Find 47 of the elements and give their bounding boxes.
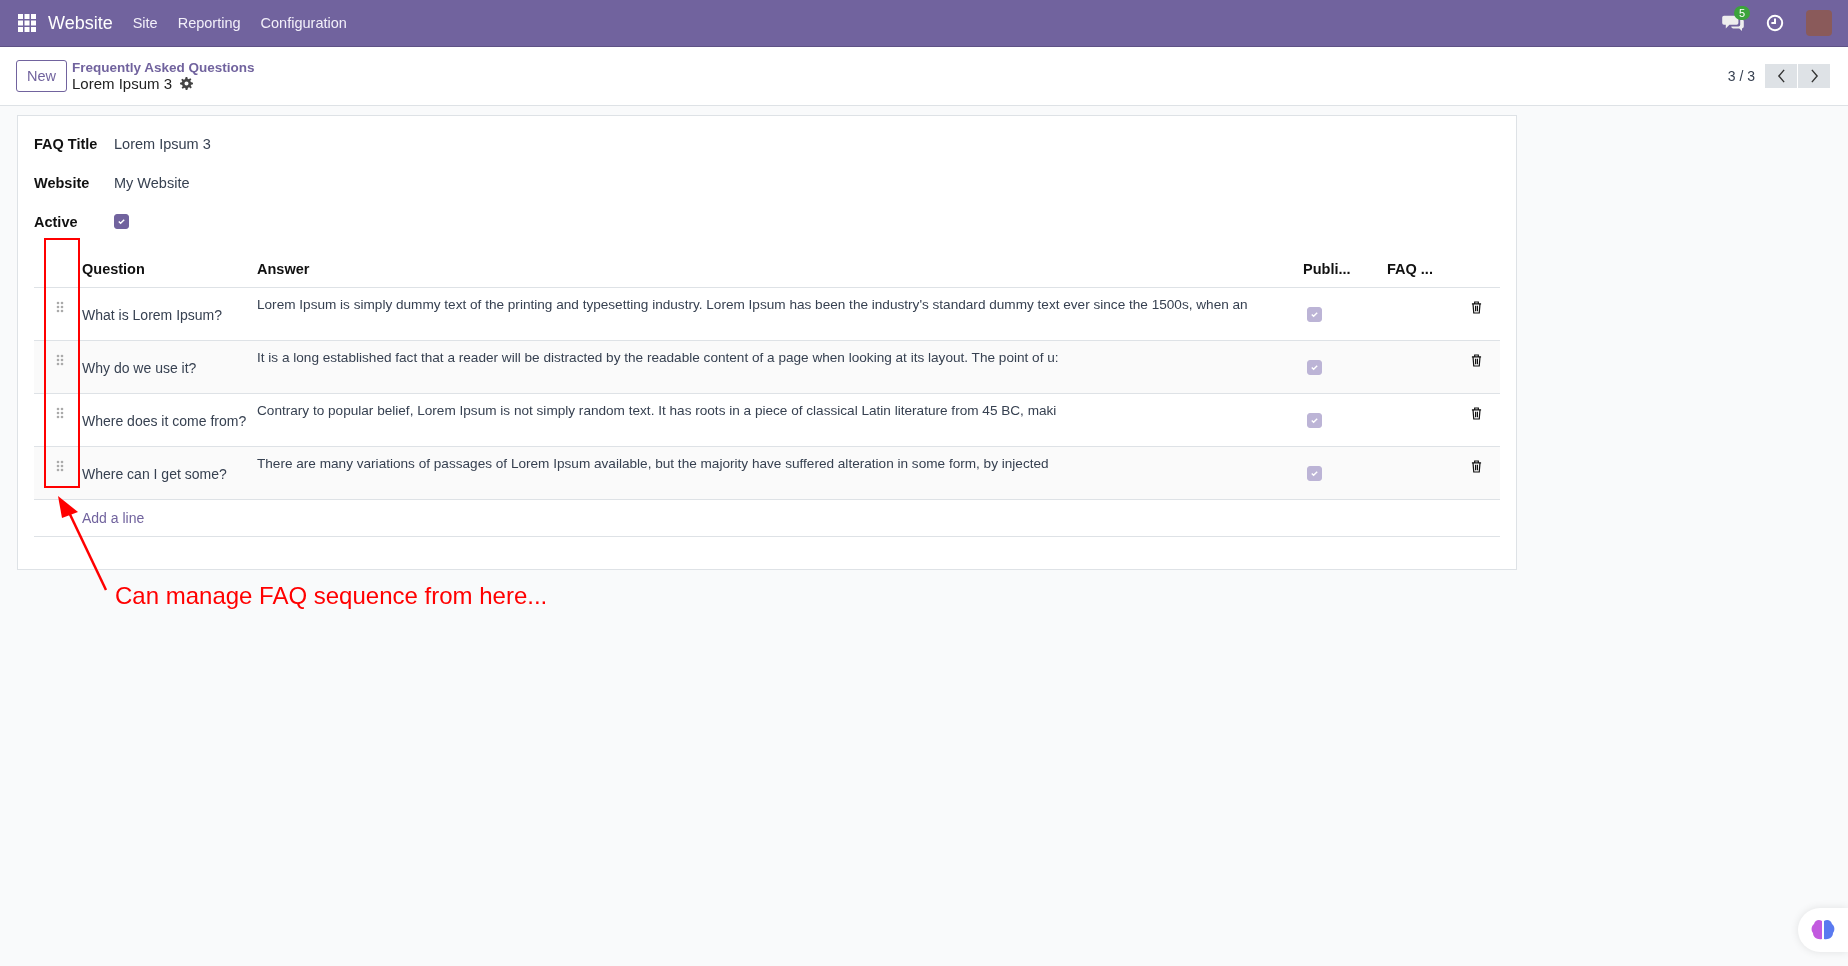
app-name[interactable]: Website [48,12,113,34]
annotation-text: Can manage FAQ sequence from here... [115,582,548,610]
breadcrumb-link[interactable]: Frequently Asked Questions [72,60,255,75]
question-cell-text: Where does it come from? [82,412,248,429]
drag-handle-icon[interactable] [56,460,64,472]
column-header[interactable]: Publi... [1303,261,1387,277]
add-line-link[interactable]: Add a line [82,510,145,526]
answer-cell-text: It is a long established fact that a reader will be distracted by the readable content of a page when looking at its layout. The point of u: [257,350,1060,365]
message-count-badge: 5 [1734,6,1751,20]
record-name: Lorem Ipsum 3 [72,75,173,92]
field-value[interactable]: My Website [114,174,190,191]
ai-assistant-button[interactable] [1798,908,1848,952]
chevron-left-icon [1776,69,1786,83]
checkmark-icon [117,217,126,226]
drag-handle-icon[interactable] [56,407,64,419]
new-button[interactable]: New [16,60,67,92]
question-cell-text: Where can I get some? [82,465,228,482]
pager-value: 3 / 3 [1727,68,1755,84]
chevron-right-icon [1809,69,1819,83]
question-cell-text: What is Lorem Ipsum? [82,306,224,323]
answer-cell-text: Contrary to popular belief, Lorem Ipsum is not simply random text. It has roots in a piece of classical Latin literature from 45 BC, maki [257,403,1058,418]
field-label: Website [34,174,91,191]
column-header[interactable]: FAQ ... [1387,261,1471,277]
field-label: FAQ Title [34,135,99,152]
column-header[interactable]: Question [82,261,257,277]
active-checkbox[interactable] [114,214,129,229]
answer-cell-text: Lorem Ipsum is simply dummy text of the printing and typesetting industry. Lorem Ipsum has been the industry's standard dummy text ever since the 1500s, when an [257,297,1249,312]
question-cell-text: Why do we use it? [82,359,198,376]
trash-icon[interactable] [1471,301,1482,314]
brain-icon [1811,919,1835,941]
field-label: Active [34,213,79,230]
answer-cell-text: There are many variations of passages of Lorem Ipsum available, but the majority have suffered alteration in some form, by injected [257,456,1050,471]
trash-icon[interactable] [1471,460,1482,473]
menu-item[interactable]: Site [132,15,158,31]
column-header[interactable]: Answer [257,261,1303,277]
previous-button[interactable] [1765,64,1797,88]
next-button[interactable] [1798,64,1830,88]
menu-item[interactable]: Reporting [177,15,241,31]
trash-icon[interactable] [1471,407,1482,420]
field-value[interactable]: Lorem Ipsum 3 [114,135,211,152]
drag-handle-icon[interactable] [56,354,64,366]
clock-icon[interactable] [1766,14,1784,32]
apps-grid-icon[interactable] [18,14,36,32]
menu-item[interactable]: Configuration [260,15,347,31]
gear-icon[interactable] [180,77,194,90]
drag-handle-icon[interactable] [56,301,64,313]
trash-icon[interactable] [1471,354,1482,367]
